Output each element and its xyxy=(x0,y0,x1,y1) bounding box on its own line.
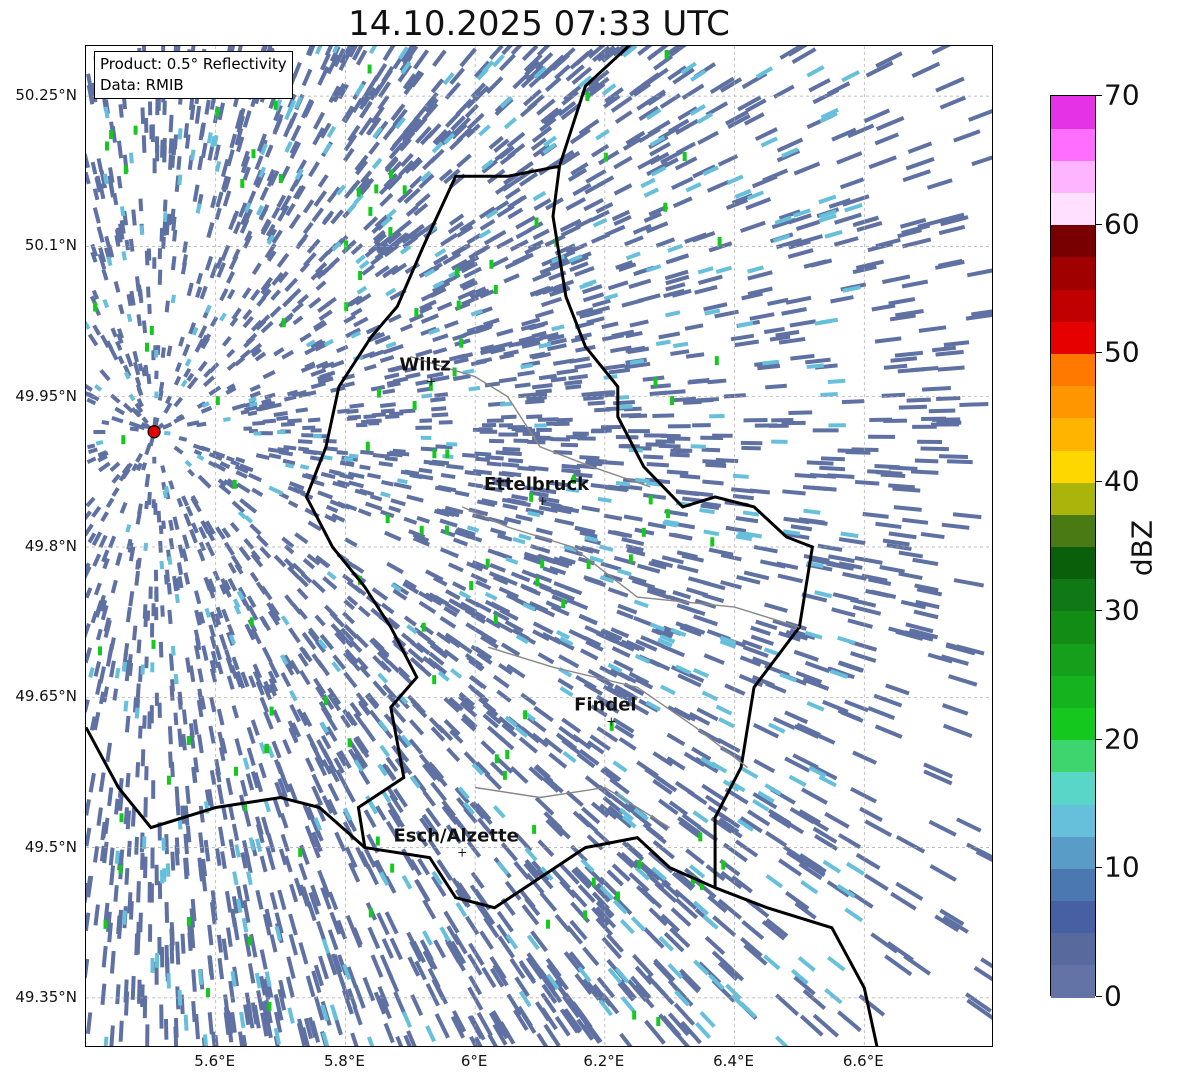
city-label: Ettelbruck xyxy=(484,474,590,495)
radar-map[interactable]: + Wiltz + Ettelbruck + Findel + Esch/Alzette xyxy=(85,45,993,1047)
colorbar-tick-label: 70 xyxy=(1104,78,1140,112)
colorbar-segment xyxy=(1051,643,1095,676)
lon-tick-label: 6.2°E xyxy=(583,1052,625,1070)
lat-tick-label: 49.5°N xyxy=(24,837,77,856)
colorbar-segment xyxy=(1051,610,1095,644)
colorbar-segment xyxy=(1051,964,1095,998)
colorbar-segment xyxy=(1051,224,1095,258)
city-marker[interactable]: + xyxy=(606,714,616,728)
colorbar-segment xyxy=(1051,868,1095,902)
lat-tick-label: 49.35°N xyxy=(15,987,77,1006)
colorbar-segment xyxy=(1051,578,1095,612)
colorbar-segment xyxy=(1051,385,1095,419)
lat-tick-label: 50.1°N xyxy=(24,236,77,255)
colorbar-segment xyxy=(1051,675,1095,708)
city-marker[interactable]: + xyxy=(426,375,436,389)
map-canvas: +Wiltz+Ettelbruck+Findel+Esch/Alzette xyxy=(86,46,992,1046)
colorbar-tick xyxy=(1096,481,1102,483)
colorbar-tick-label: 0 xyxy=(1104,979,1122,1013)
colorbar-tick-label: 40 xyxy=(1104,464,1140,498)
colorbar-segment xyxy=(1051,353,1095,387)
colorbar-tick-label: 30 xyxy=(1104,593,1140,627)
lon-tick-label: 6°E xyxy=(460,1052,488,1070)
colorbar-segment xyxy=(1051,482,1095,515)
colorbar-tick xyxy=(1096,867,1102,869)
colorbar-tick-label: 20 xyxy=(1104,722,1140,756)
colorbar-segment xyxy=(1051,900,1095,934)
colorbar-tick xyxy=(1096,996,1102,997)
lon-tick-label: 6.4°E xyxy=(713,1052,754,1070)
colorbar-segment xyxy=(1051,289,1095,322)
reflectivity-layer xyxy=(86,46,992,1046)
colorbar-tick xyxy=(1096,738,1102,740)
colorbar-segment xyxy=(1051,160,1095,194)
colorbar-segment xyxy=(1051,417,1095,451)
colorbar-segment xyxy=(1051,192,1095,226)
colorbar-tick xyxy=(1096,352,1102,354)
lon-tick-label: 6.6°E xyxy=(842,1052,884,1070)
radar-site-marker[interactable] xyxy=(147,425,161,439)
lat-tick-label: 49.95°N xyxy=(15,386,77,405)
colorbar-segment xyxy=(1051,739,1095,773)
colorbar-segment xyxy=(1051,514,1095,548)
lon-tick-label: 5.6°E xyxy=(194,1052,236,1070)
city-marker[interactable]: + xyxy=(538,494,548,508)
colorbar-segment xyxy=(1051,707,1095,741)
colorbar-segment xyxy=(1051,321,1095,355)
lat-tick-label: 49.65°N xyxy=(15,687,77,706)
colorbar-segment xyxy=(1051,449,1095,483)
city-label: Findel xyxy=(574,694,637,715)
colorbar-tick xyxy=(1096,223,1102,225)
lat-tick-label: 50.25°N xyxy=(15,86,77,105)
colorbar-segment xyxy=(1051,932,1095,966)
colorbar-tick xyxy=(1096,95,1102,96)
colorbar-segment xyxy=(1051,836,1095,869)
colorbar-segment xyxy=(1051,256,1095,290)
colorbar-segment xyxy=(1051,803,1095,837)
colorbar-segment xyxy=(1051,128,1095,161)
colorbar-segment xyxy=(1051,96,1095,129)
product-label: Product: 0.5° Reflectivity xyxy=(100,55,287,73)
lat-tick-label: 49.8°N xyxy=(24,537,77,555)
city-label: Wiltz xyxy=(399,355,450,376)
colorbar-segment xyxy=(1051,546,1095,580)
colorbar-tick-label: 10 xyxy=(1104,850,1140,884)
city-marker[interactable]: + xyxy=(457,846,467,860)
colorbar xyxy=(1050,95,1096,998)
city-label: Esch/Alzette xyxy=(394,826,519,847)
colorbar-unit-label: dBZ xyxy=(1125,519,1159,577)
data-source-label: Data: RMIB xyxy=(100,76,184,94)
map-title: 14.10.2025 07:33 UTC xyxy=(348,4,730,44)
colorbar-tick-label: 50 xyxy=(1104,335,1140,369)
colorbar-tick-label: 60 xyxy=(1104,207,1140,241)
lon-tick-label: 5.8°E xyxy=(324,1052,365,1070)
colorbar-segment xyxy=(1051,771,1095,805)
product-info-box: Product: 0.5° Reflectivity Data: RMIB xyxy=(94,51,293,99)
colorbar-tick xyxy=(1096,609,1102,611)
